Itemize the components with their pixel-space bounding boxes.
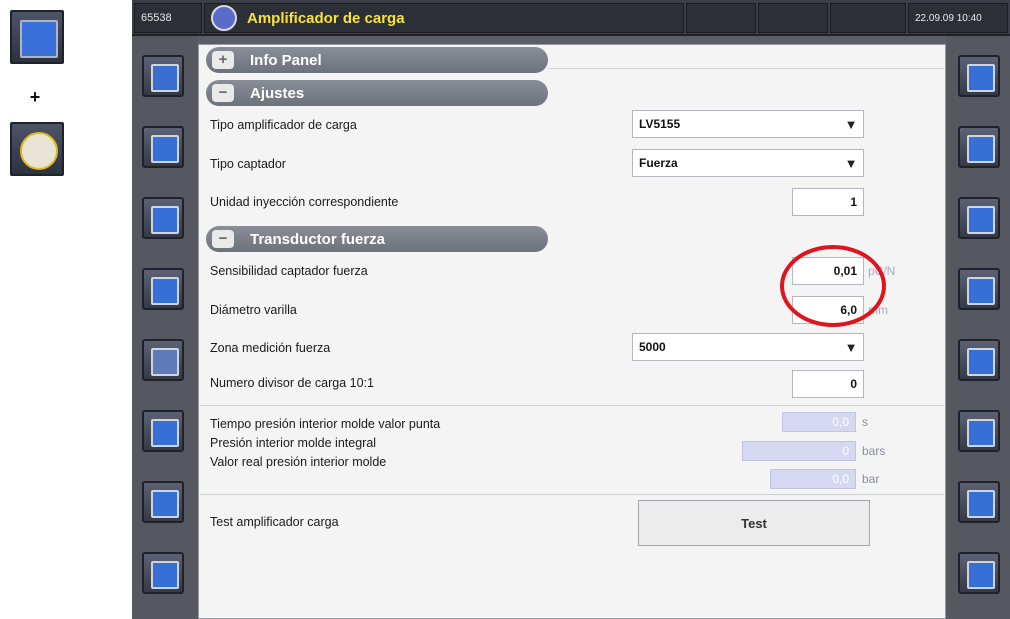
print-icon[interactable] [958, 339, 1000, 381]
collapse-toggle[interactable]: − [212, 230, 234, 248]
mold-icon[interactable] [142, 55, 184, 97]
dropdown-arrow-icon: ▼ [844, 339, 858, 355]
section-label: Transductor fuerza [250, 230, 386, 248]
presion-integral-value: 0 [742, 441, 856, 461]
valor-real-unit: bar [862, 472, 880, 486]
select-value: LV5155 [639, 117, 681, 131]
status-cell-2 [758, 3, 828, 33]
transfer-icon[interactable] [142, 126, 184, 168]
valor-real-value: 0,0 [770, 469, 856, 489]
select-value: Fuerza [639, 156, 678, 170]
left-toolbar [132, 36, 198, 619]
transfer-icon[interactable] [142, 197, 184, 239]
tipo-captador-select[interactable]: Fuerza ▼ [632, 149, 864, 177]
divider [200, 494, 944, 495]
tipo-captador-label: Tipo captador [210, 157, 286, 171]
mold-transfer-icon[interactable] [142, 481, 184, 523]
collapse-toggle[interactable]: − [212, 84, 234, 102]
presion-integral-unit: bars [862, 444, 886, 458]
amplifier-icon [211, 5, 237, 31]
page-title-cell: Amplificador de carga [204, 3, 684, 33]
section-label: Info Panel [250, 51, 322, 69]
numero-divisor-label: Numero divisor de carga 10:1 [210, 376, 374, 390]
plus-sign: + [29, 87, 41, 107]
sequence-icon[interactable] [958, 268, 1000, 310]
diametro-label: Diámetro varilla [210, 303, 297, 317]
nozzle-icon[interactable] [142, 268, 184, 310]
unidad-inyeccion-label: Unidad inyección correspondiente [210, 195, 399, 209]
status-cell-3 [830, 3, 906, 33]
tiempo-presion-value: 0,0 [782, 412, 856, 432]
camera-icon[interactable] [958, 126, 1000, 168]
datetime: 22.09.09 10:40 [908, 3, 1008, 33]
divider [548, 68, 944, 69]
dropdown-arrow-icon: ▼ [844, 116, 858, 132]
section-transductor-fuerza[interactable]: − Transductor fuerza [206, 226, 548, 252]
presion-integral-label: Presión interior molde integral [210, 436, 377, 450]
status-cell-1 [686, 3, 756, 33]
tipo-amplificador-select[interactable]: LV5155 ▼ [632, 110, 864, 138]
legend-mold-icon [10, 10, 64, 64]
tiempo-presion-label: Tiempo presión interior molde valor punt… [210, 417, 441, 431]
dropdown-arrow-icon: ▼ [844, 155, 858, 171]
hand-icon[interactable] [142, 410, 184, 452]
hand-transfer-icon[interactable] [142, 552, 184, 594]
edit-icon[interactable] [958, 481, 1000, 523]
zona-medicion-label: Zona medición fuerza [210, 341, 331, 355]
valor-real-label: Valor real presión interior molde [210, 455, 387, 469]
tiempo-presion-unit: s [862, 415, 868, 429]
test-button[interactable]: Test [638, 500, 870, 546]
machine-number: 65538 [134, 3, 202, 33]
sensibilidad-label: Sensibilidad captador fuerza [210, 264, 368, 278]
section-info-panel[interactable]: + Info Panel [206, 47, 548, 73]
expand-toggle[interactable]: + [212, 51, 234, 69]
right-toolbar [946, 36, 1010, 619]
test-amplificador-label: Test amplificador carga [210, 515, 339, 529]
zona-medicion-select[interactable]: 5000 ▼ [632, 333, 864, 361]
tipo-amplificador-label: Tipo amplificador de carga [210, 118, 357, 132]
highlight-circle [780, 245, 886, 327]
xray-icon[interactable] [142, 339, 184, 381]
legend-pressure-icon [10, 122, 64, 176]
edit-icon[interactable] [958, 410, 1000, 452]
copy-icon[interactable] [958, 197, 1000, 239]
section-label: Ajustes [250, 84, 305, 102]
edit-icon[interactable] [958, 552, 1000, 594]
rotate-icon[interactable] [958, 55, 1000, 97]
unidad-inyeccion-input[interactable]: 1 [792, 188, 864, 216]
section-ajustes[interactable]: − Ajustes [206, 80, 548, 106]
numero-divisor-input[interactable]: 0 [792, 370, 864, 398]
page-title: Amplificador de carga [247, 9, 405, 27]
select-value: 5000 [639, 340, 666, 354]
divider [200, 405, 944, 406]
